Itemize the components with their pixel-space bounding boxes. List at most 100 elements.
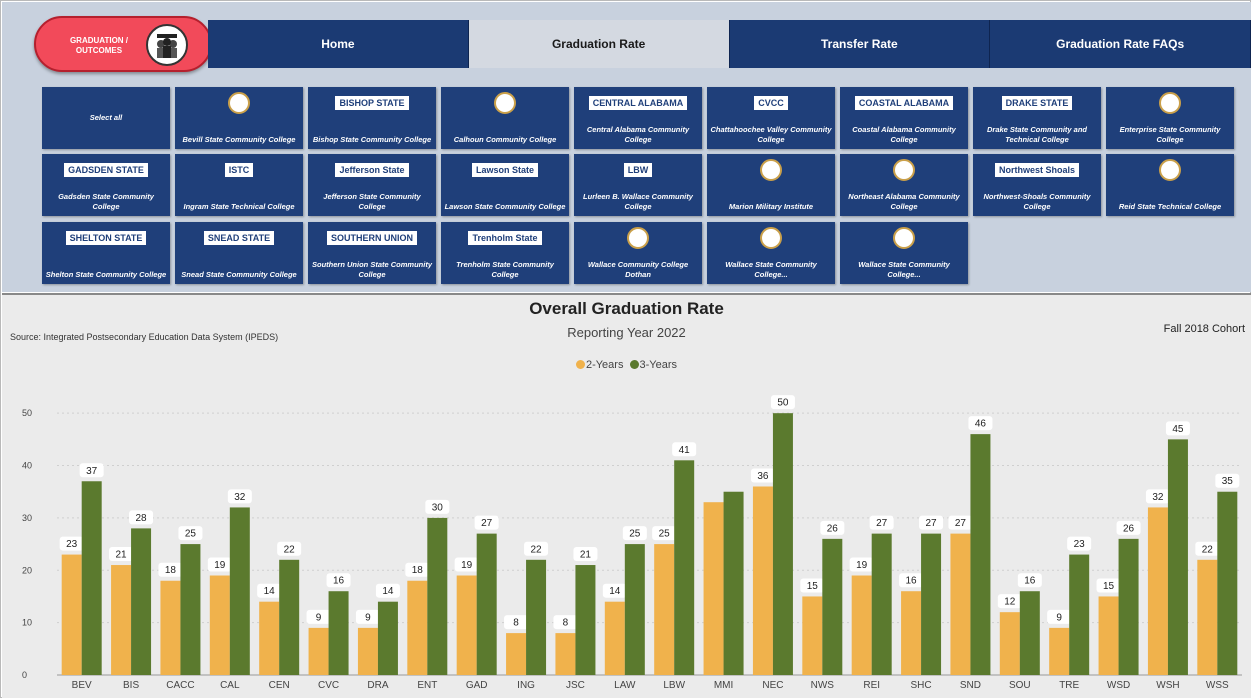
college-tile[interactable]: LBW Lurleen B. Wallace Community College [574,154,702,216]
college-tile[interactable]: SOUTHERN UNION Southern Union State Commu… [308,222,436,284]
data-label: 15 [807,581,819,592]
x-tick-label: GAD [466,680,488,691]
college-tile[interactable]: Northwest Shoals Northwest-Shoals Communi… [973,154,1101,216]
x-tick-label: CACC [166,680,194,691]
college-name: Wallace State Community College... [725,260,817,279]
college-tile[interactable]: Northeast Alabama Community College [840,154,968,216]
bar-3-years [279,559,300,675]
college-tile[interactable]: Reid State Technical College [1106,154,1234,216]
data-label: 8 [563,618,569,629]
tab-graduation-rate-faqs[interactable]: Graduation Rate FAQs [990,20,1251,68]
college-tile[interactable]: CVCC Chattahoochee Valley Community Colle… [707,87,835,149]
college-tile[interactable]: COASTAL ALABAMA Coastal Alabama Community… [840,87,968,149]
college-tile[interactable]: Bevill State Community College [175,87,303,149]
logo-line-1: GRADUATION / [69,36,129,45]
college-tile[interactable]: SHELTON STATE Shelton State Community Col… [42,222,170,284]
data-label: 23 [1074,539,1086,550]
college-name: Trenholm State Community College [456,260,554,279]
x-tick-label: WSH [1156,680,1179,691]
college-logo-icon: CVCC [713,90,829,116]
bar-3-years [427,517,448,675]
data-label: 36 [757,471,769,482]
college-tile[interactable]: DRAKE STATE Drake State Community and Tec… [973,87,1101,149]
college-logo-text: LBW [623,163,653,177]
college-tile[interactable]: Lawson State Lawson State Community Colle… [441,154,569,216]
x-tick-label: NEC [762,680,783,691]
college-logo-text: GADSDEN STATE [64,163,148,177]
tab-transfer-rate[interactable]: Transfer Rate [729,20,991,68]
tab-graduation-rate[interactable]: Graduation Rate [468,20,730,68]
college-tile[interactable]: CENTRAL ALABAMA Central Alabama Community… [574,87,702,149]
bar-3-years [1217,491,1238,675]
data-label: 37 [86,466,98,477]
college-tile[interactable]: GADSDEN STATE Gadsden State Community Col… [42,154,170,216]
bar-2-years [259,601,280,675]
data-label: 18 [412,565,424,576]
college-logo-icon [846,157,962,183]
bar-2-years [160,580,181,675]
college-tile[interactable]: Wallace State Community College... [840,222,968,284]
select-all-tile[interactable]: Select all [42,87,170,149]
x-tick-label: MMI [714,680,733,691]
data-label: 16 [906,576,918,587]
bar-2-years [308,627,329,675]
data-label: 27 [876,518,888,529]
college-tile[interactable]: Marion Military Institute [707,154,835,216]
tab-home[interactable]: Home [208,20,469,68]
college-tile[interactable]: BISHOP STATE Bishop State Community Colle… [308,87,436,149]
college-tile[interactable]: Wallace Community College Dothan [574,222,702,284]
bar-2-years [209,575,230,675]
college-tile[interactable]: Calhoun Community College [441,87,569,149]
x-tick-label: ENT [417,680,437,691]
filter-panel: GRADUATION / OUTCOMES Home Graduation Ra… [2,2,1251,292]
college-name: Lurleen B. Wallace Community College [583,192,693,211]
college-logo-icon: BISHOP STATE [314,90,430,116]
data-label: 16 [333,576,345,587]
data-label: 21 [116,550,128,561]
bar-3-years [1019,591,1040,675]
data-label: 26 [827,523,839,534]
data-label: 27 [955,518,967,529]
college-tile[interactable]: ISTC Ingram State Technical College [175,154,303,216]
college-tile[interactable]: Wallace State Community College... [707,222,835,284]
data-label: 9 [1056,612,1062,623]
bar-3-years [377,601,398,675]
bar-3-years [81,481,102,675]
x-tick-label: REI [863,680,880,691]
college-name: Calhoun Community College [453,135,557,144]
x-tick-label: DRA [367,680,388,691]
college-tile[interactable]: Trenholm State Trenholm State Community C… [441,222,569,284]
x-tick-label: LAW [614,680,636,691]
x-tick-label: WSD [1107,680,1130,691]
data-label: 45 [1172,424,1184,435]
y-tick-label: 0 [22,670,27,680]
college-tile[interactable]: SNEAD STATE Snead State Community College [175,222,303,284]
college-tile[interactable]: Enterprise State Community College [1106,87,1234,149]
college-tile[interactable]: Jefferson State Jefferson State Community… [308,154,436,216]
bar-3-years [476,533,497,675]
data-label: 35 [1222,476,1234,487]
college-name: Northeast Alabama Community College [848,192,960,211]
college-logo-text: DRAKE STATE [1001,96,1073,110]
college-name: Snead State Community College [181,270,297,279]
x-tick-label: SHC [911,680,932,691]
bar-3-years [921,533,942,675]
main-nav: Home Graduation Rate Transfer Rate Gradu… [208,20,1251,68]
college-logo-text: Northwest Shoals [994,163,1079,177]
bar-3-years [624,544,645,675]
college-name: Bishop State Community College [312,135,432,144]
data-label: 46 [975,419,987,430]
graduation-outcomes-logo[interactable]: GRADUATION / OUTCOMES [34,16,212,72]
x-tick-label: NWS [811,680,835,691]
college-logo-text: SHELTON STATE [65,231,147,245]
bar-2-years [1049,627,1070,675]
college-name: Shelton State Community College [45,270,167,279]
college-name: Enterprise State Community College [1119,125,1221,144]
college-logo-icon: CENTRAL ALABAMA [580,90,696,116]
x-tick-label: SOU [1009,680,1031,691]
data-label: 27 [481,518,493,529]
y-tick-label: 10 [22,618,32,628]
bar-2-years [802,596,823,675]
data-label: 41 [679,445,691,456]
bar-2-years [752,486,773,675]
